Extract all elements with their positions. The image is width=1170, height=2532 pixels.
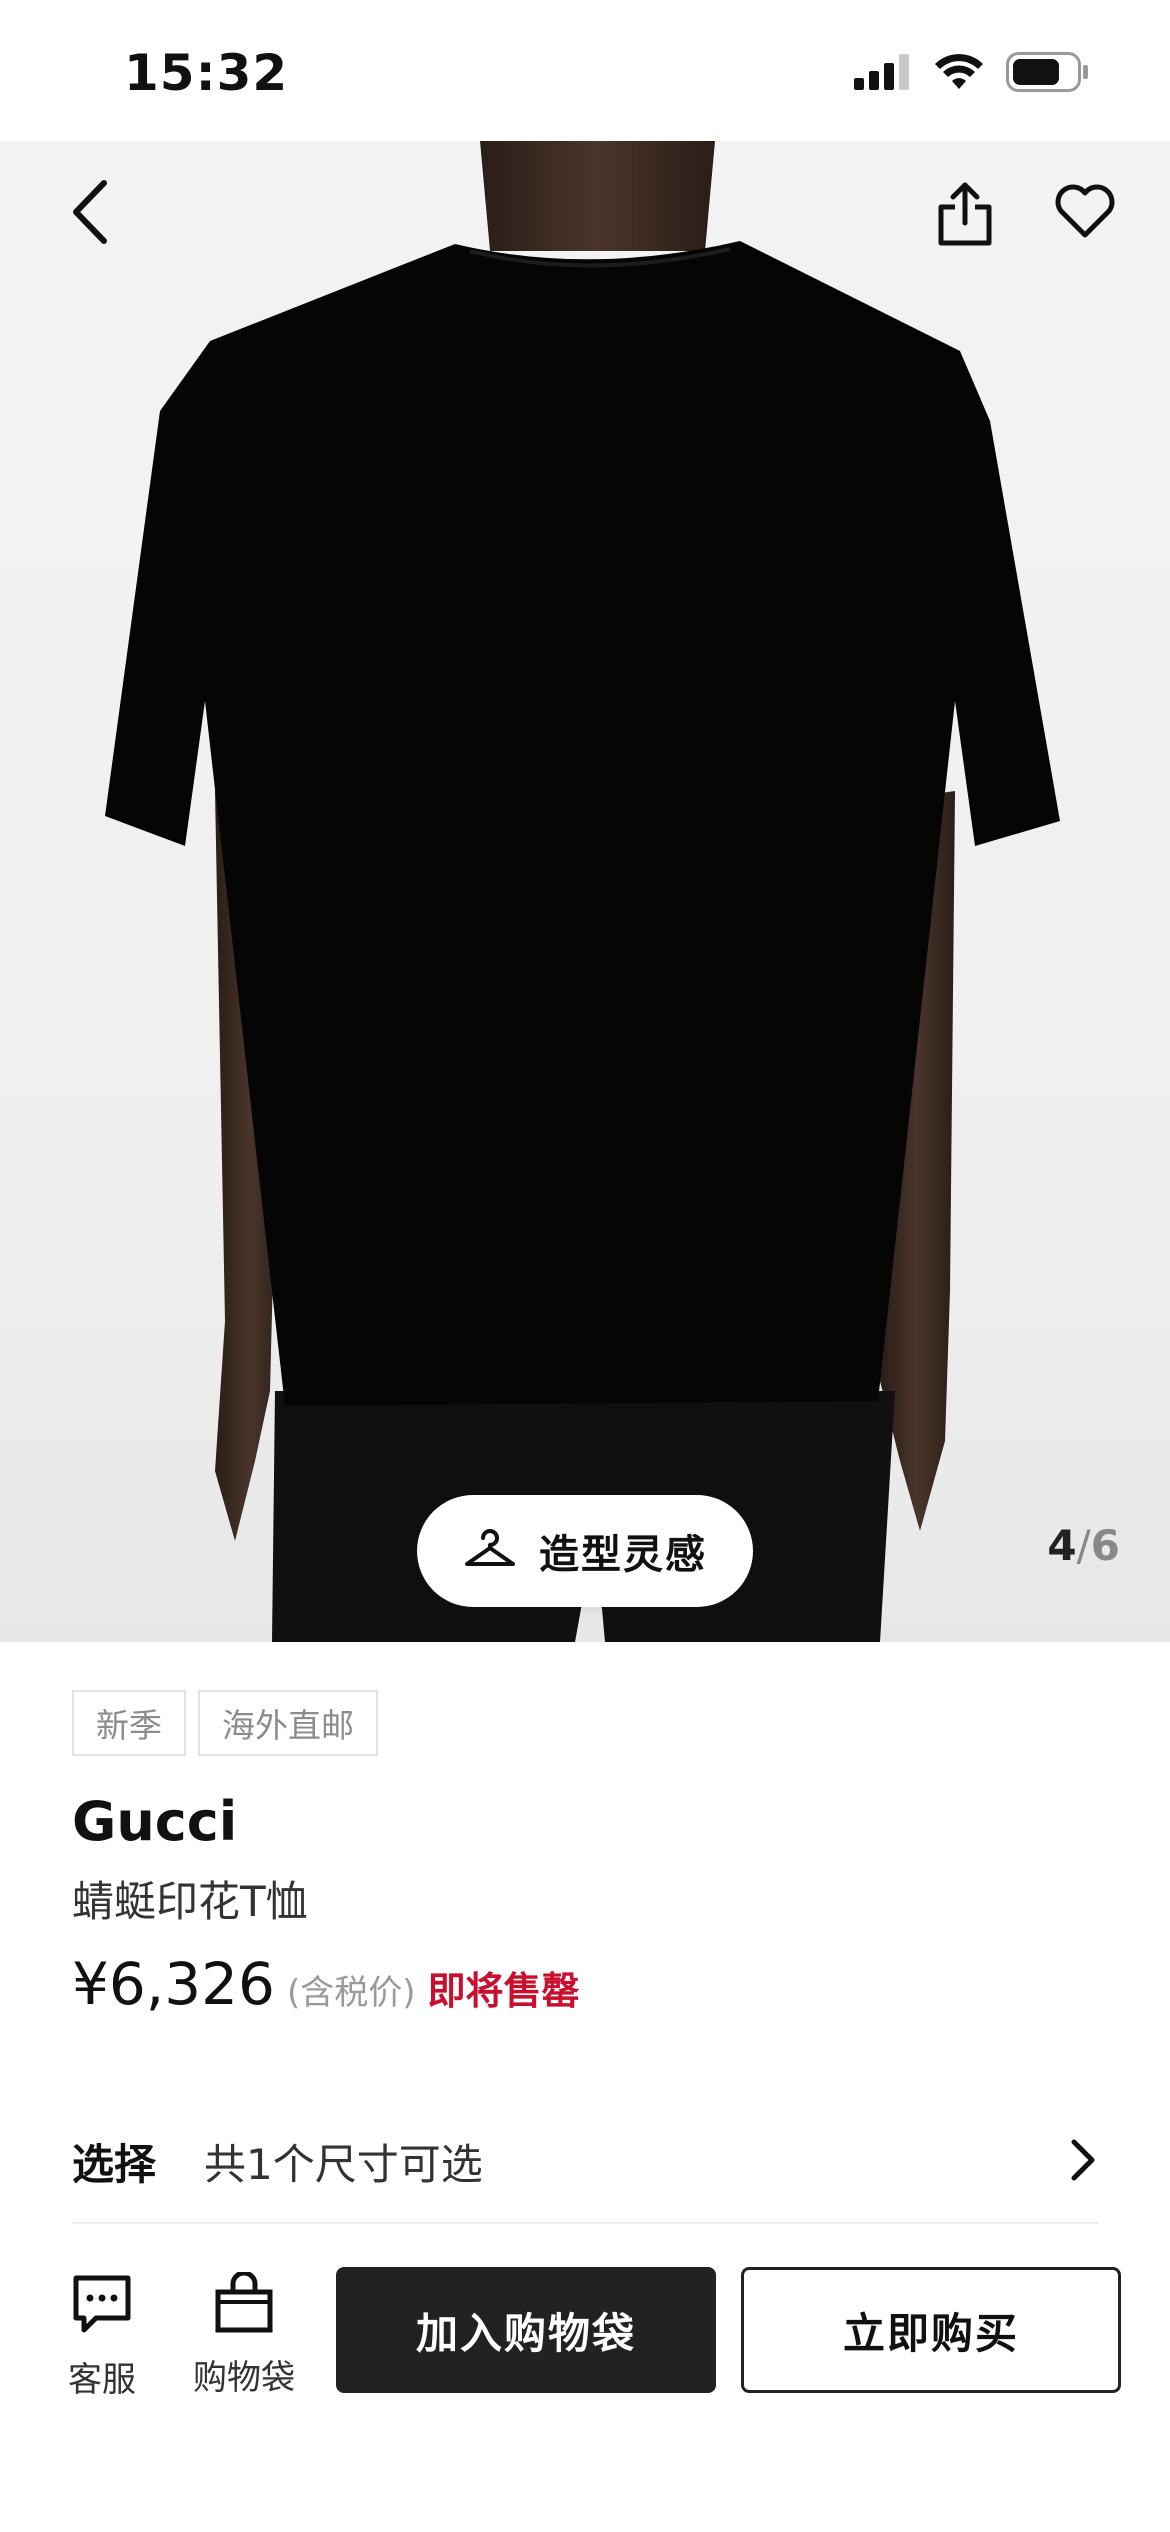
image-index-separator: / [1076,1521,1091,1570]
style-inspiration-button[interactable]: 造型灵感 [417,1495,753,1607]
size-selector-label: 选择 [72,2139,157,2189]
back-button[interactable] [50,169,130,259]
stock-status: 即将售罄 [427,1969,580,2013]
product-photo [105,141,1060,1642]
tax-note: (含税价) [286,1973,416,2013]
product-detail-screen: 15:32 造型灵感 4/6 新季 海外直邮 Gucci 蜻蜓印花T恤 ¥6,3… [0,0,1170,2532]
image-total-count: 6 [1090,1521,1120,1570]
wifi-icon [934,53,984,95]
status-time: 15:32 [124,44,289,102]
add-to-bag-button[interactable]: 加入购物袋 [336,2267,716,2393]
favorite-button[interactable] [1045,173,1125,253]
status-bar: 15:32 [0,0,1170,141]
style-inspiration-label: 造型灵感 [539,1532,707,1578]
product-tags: 新季 海外直邮 [72,1690,378,1756]
tag-overseas-direct: 海外直邮 [198,1690,378,1756]
battery-icon [1006,52,1090,96]
price-row: ¥6,326 (含税价) 即将售罄 [72,1950,580,2018]
buy-now-button[interactable]: 立即购买 [741,2267,1121,2393]
hanger-icon [463,1528,517,1574]
brand-name[interactable]: Gucci [72,1790,237,1853]
back-arrow-icon [68,179,112,249]
signal-icon [854,54,912,94]
price: ¥6,326 [72,1950,275,2018]
shopping-bag-label: 购物袋 [193,2358,295,2398]
shopping-bag-icon [213,2270,275,2338]
customer-service-button[interactable]: 客服 [62,2274,142,2401]
status-icons [854,52,1090,96]
chevron-right-icon [1068,2138,1098,2186]
image-current-index: 4 [1047,1521,1077,1570]
bottom-action-bar: 客服 购物袋 加入购物袋 立即购买 [0,2252,1170,2402]
size-selector-value: 共1个尺寸可选 [204,2139,483,2189]
product-image-carousel[interactable]: 造型灵感 4/6 [0,141,1170,1642]
chat-bubble-icon [70,2274,134,2340]
heart-icon [1053,183,1117,243]
share-icon [937,181,993,251]
customer-service-label: 客服 [68,2360,136,2400]
size-selector-row[interactable]: 选择 共1个尺寸可选 [72,2100,1098,2224]
tag-new-season: 新季 [72,1690,186,1756]
shopping-bag-button[interactable]: 购物袋 [188,2270,300,2399]
product-name: 蜻蜓印花T恤 [72,1877,308,1926]
image-page-indicator: 4/6 [1047,1521,1120,1570]
share-button[interactable] [925,171,1005,261]
